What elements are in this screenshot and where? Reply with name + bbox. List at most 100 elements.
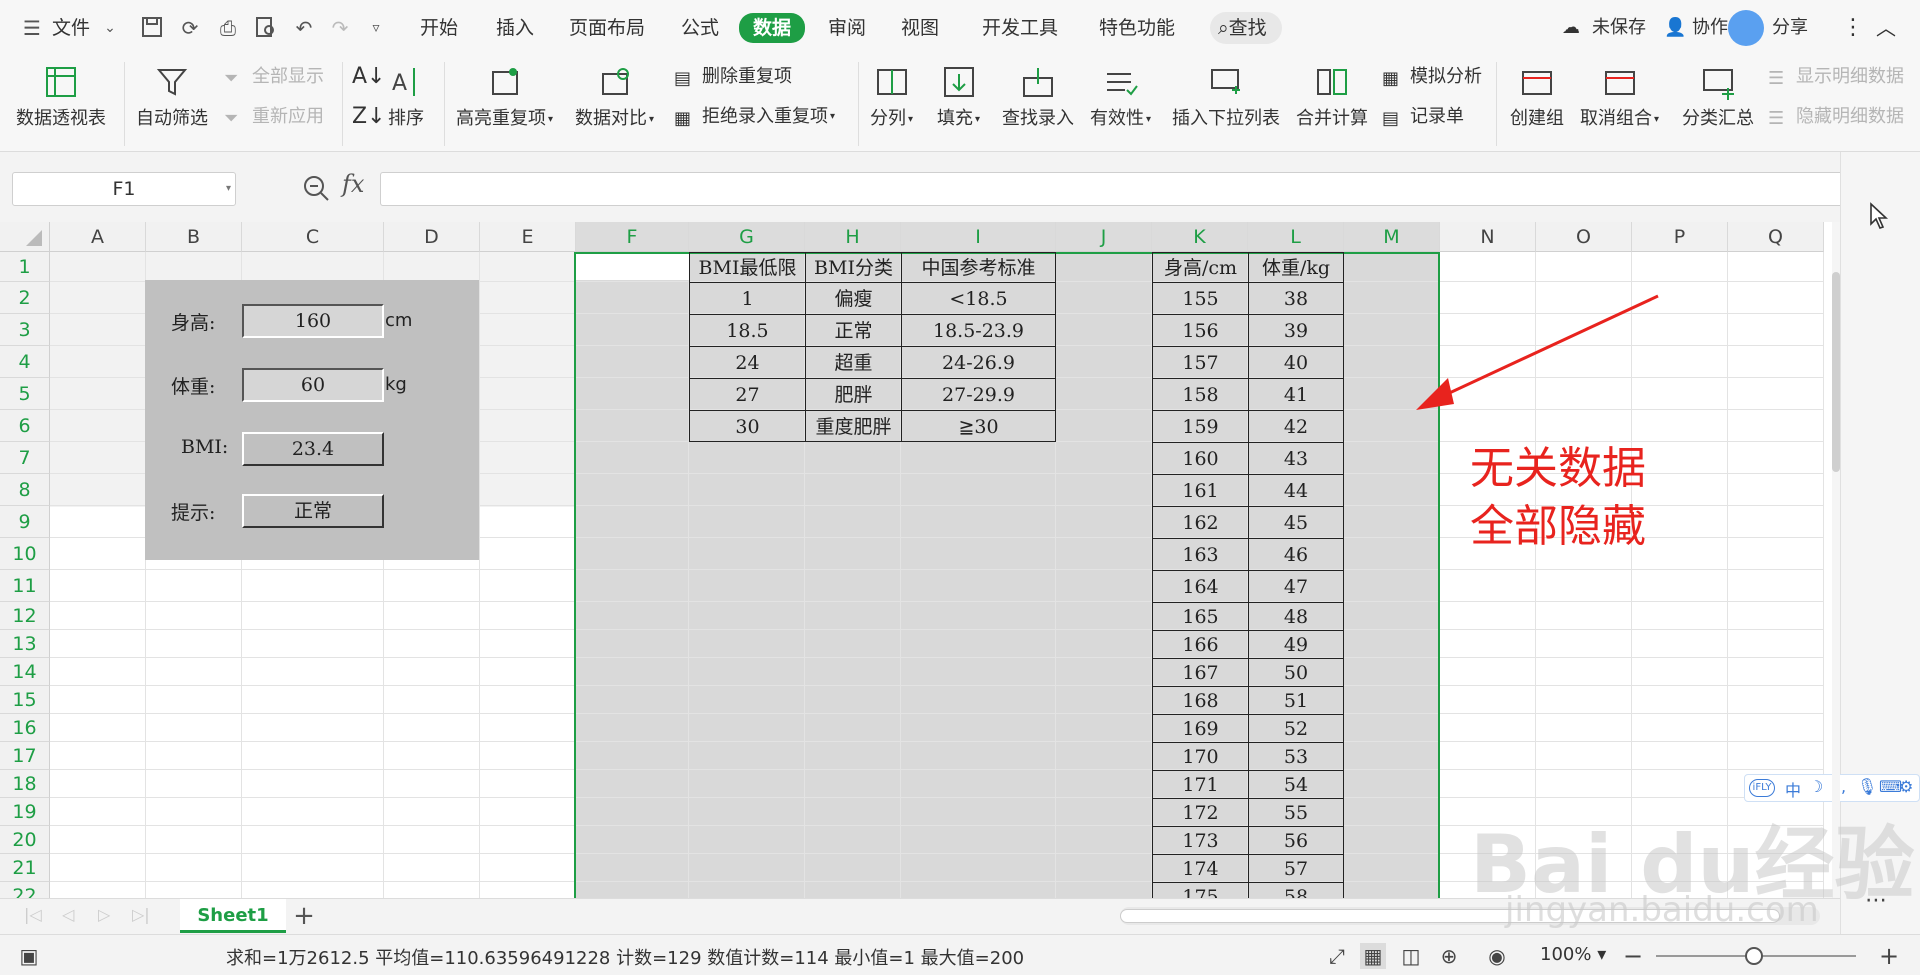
row-header-11[interactable]: 11 (0, 570, 50, 602)
table-cell[interactable]: 174 (1152, 854, 1248, 882)
column-header-f[interactable]: F (576, 222, 689, 252)
zoom-level[interactable]: 100% ▾ (1540, 944, 1606, 965)
tab-special[interactable]: 特色功能 (1099, 14, 1175, 42)
name-box[interactable]: F1 ▾ (12, 172, 236, 206)
table-cell[interactable]: 164 (1152, 570, 1248, 602)
row-header-17[interactable]: 17 (0, 742, 50, 770)
chevron-down-icon[interactable]: ▾ (226, 173, 231, 205)
tab-home[interactable]: 开始 (420, 14, 458, 42)
table-cell[interactable]: 175 (1152, 882, 1248, 898)
share-button[interactable]: 分享 (1772, 14, 1808, 42)
table-cell[interactable]: 27 (689, 378, 805, 410)
table-cell[interactable]: 30 (689, 410, 805, 442)
insert-dropdown-button[interactable]: 插入下拉列表 (1172, 64, 1280, 130)
row-header-15[interactable]: 15 (0, 686, 50, 714)
search-button[interactable]: ⌕查找 (1210, 12, 1282, 44)
column-header-q[interactable]: Q (1728, 222, 1824, 252)
table-cell[interactable]: 49 (1248, 630, 1344, 658)
fullscreen-icon[interactable]: ⤢ (1324, 943, 1350, 969)
table-header-cell[interactable]: BMI分类 (805, 252, 901, 282)
macro-record-icon[interactable]: ▣ (16, 943, 42, 969)
last-sheet-icon[interactable]: ▷| (132, 905, 150, 924)
table-cell[interactable]: 48 (1248, 602, 1344, 630)
table-cell[interactable]: 50 (1248, 658, 1344, 686)
table-cell[interactable]: 173 (1152, 826, 1248, 854)
table-cell[interactable]: 155 (1152, 282, 1248, 314)
row-header-2[interactable]: 2 (0, 282, 50, 314)
table-cell[interactable]: 超重 (805, 346, 901, 378)
table-cell[interactable]: 55 (1248, 798, 1344, 826)
column-header-b[interactable]: B (146, 222, 242, 252)
zoom-slider-thumb[interactable] (1745, 947, 1763, 965)
table-cell[interactable]: 169 (1152, 714, 1248, 742)
table-cell[interactable]: 42 (1248, 410, 1344, 442)
column-header-n[interactable]: N (1440, 222, 1536, 252)
tab-insert[interactable]: 插入 (496, 14, 534, 42)
table-cell[interactable]: 偏瘦 (805, 282, 901, 314)
table-cell[interactable]: 56 (1248, 826, 1344, 854)
table-cell[interactable]: 158 (1152, 378, 1248, 410)
split-columns-button[interactable]: 分列 ▾ (870, 64, 913, 130)
page-break-view-icon[interactable]: ⊕ (1436, 943, 1462, 969)
column-header-g[interactable]: G (689, 222, 805, 252)
collab-button[interactable]: 协作 (1692, 14, 1728, 42)
table-cell[interactable]: 54 (1248, 770, 1344, 798)
row-header-9[interactable]: 9 (0, 506, 50, 538)
select-all-corner[interactable] (0, 222, 50, 252)
next-sheet-icon[interactable]: ▷ (98, 905, 110, 924)
prev-sheet-icon[interactable]: ◁ (62, 905, 74, 924)
table-cell[interactable]: 24 (689, 346, 805, 378)
hide-detail-button[interactable]: ☰ 隐藏明细数据 (1768, 104, 1904, 130)
table-cell[interactable]: 27-29.9 (901, 378, 1056, 410)
row-header-8[interactable]: 8 (0, 474, 50, 506)
show-all-button[interactable]: ⏷ 全部显示 (224, 64, 324, 90)
sort-ascending-icon[interactable]: A↓ (352, 64, 385, 90)
vertical-scroll-thumb[interactable] (1832, 272, 1840, 472)
column-header-p[interactable]: P (1632, 222, 1728, 252)
table-cell[interactable]: 166 (1152, 630, 1248, 658)
column-header-m[interactable]: M (1344, 222, 1440, 252)
moon-icon[interactable]: ☽ (1809, 777, 1823, 796)
zoom-out-icon[interactable]: − (1620, 943, 1646, 969)
table-cell[interactable]: <18.5 (901, 282, 1056, 314)
sort-descending-icon[interactable]: Z↓ (352, 104, 386, 130)
microphone-icon[interactable]: 🎙 (1857, 777, 1877, 796)
table-header-cell[interactable]: 身高/cm (1152, 252, 1248, 282)
chevron-down-icon[interactable]: ⌄ (98, 16, 122, 40)
table-cell[interactable]: 52 (1248, 714, 1344, 742)
cursor-select-icon[interactable] (1867, 202, 1891, 230)
remove-duplicates-button[interactable]: ▤ 删除重复项 (674, 64, 792, 90)
table-cell[interactable]: 160 (1152, 442, 1248, 474)
row-header-12[interactable]: 12 (0, 602, 50, 630)
fill-button[interactable]: 填充 ▾ (937, 64, 980, 130)
table-cell[interactable]: 156 (1152, 314, 1248, 346)
table-header-cell[interactable]: BMI最低限 (689, 252, 805, 282)
collapse-ribbon-icon[interactable]: ︿ (1876, 14, 1896, 42)
table-cell[interactable]: 肥胖 (805, 378, 901, 410)
table-cell[interactable]: 重度肥胖 (805, 410, 901, 442)
spreadsheet-grid[interactable]: ABCDEFGHIJKLMNOPQ 1 2 3 4 5 6 7 8 9 10 11 12 13 14 15 1… (0, 222, 1832, 898)
row-header-3[interactable]: 3 (0, 314, 50, 346)
redo-icon[interactable]: ↷ (328, 16, 352, 40)
normal-view-icon[interactable]: ▦ (1360, 943, 1386, 969)
table-cell[interactable]: 45 (1248, 506, 1344, 538)
table-cell[interactable]: 38 (1248, 282, 1344, 314)
column-header-j[interactable]: J (1056, 222, 1152, 252)
table-cell[interactable]: 18.5-23.9 (901, 314, 1056, 346)
undo-icon[interactable]: ↶ (292, 16, 316, 40)
row-header-13[interactable]: 13 (0, 630, 50, 658)
column-header-e[interactable]: E (480, 222, 576, 252)
column-header-a[interactable]: A (50, 222, 146, 252)
zoom-formula-icon[interactable] (302, 174, 330, 202)
row-header-14[interactable]: 14 (0, 658, 50, 686)
table-cell[interactable]: 18.5 (689, 314, 805, 346)
save-icon[interactable] (140, 16, 164, 40)
table-cell[interactable]: 47 (1248, 570, 1344, 602)
reject-duplicates-button[interactable]: ▦ 拒绝录入重复项 ▾ (674, 104, 835, 130)
table-cell[interactable]: 24-26.9 (901, 346, 1056, 378)
validity-button[interactable]: 有效性 ▾ (1090, 64, 1151, 130)
column-header-i[interactable]: I (901, 222, 1056, 252)
table-cell[interactable]: 161 (1152, 474, 1248, 506)
row-header-16[interactable]: 16 (0, 714, 50, 742)
table-cell[interactable]: 57 (1248, 854, 1344, 882)
